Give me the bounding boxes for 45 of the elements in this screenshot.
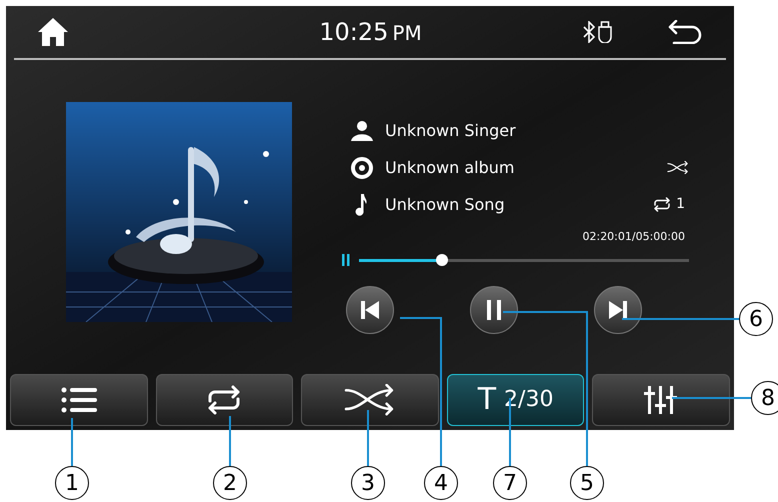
repeat-button[interactable]: [156, 374, 294, 426]
pause-icon: [487, 300, 501, 320]
shuffle-button[interactable]: [301, 374, 439, 426]
bluetooth-icon: [583, 21, 595, 43]
skip-forward-icon: [609, 300, 627, 318]
pause-icon: [341, 254, 351, 266]
shuffle-icon: [344, 384, 396, 416]
track-count: 2/30: [504, 389, 554, 411]
person-icon: [351, 120, 373, 140]
track-icon-letter: T: [478, 385, 496, 415]
usb-drive-icon: [598, 21, 612, 43]
playlist-button[interactable]: [10, 374, 148, 426]
disc-icon: [351, 156, 373, 178]
progress-thumb[interactable]: [436, 254, 448, 266]
pause-button[interactable]: [470, 286, 518, 334]
skip-back-icon: [361, 300, 379, 318]
playback-time: 02:20:01/05:00:00: [582, 229, 685, 245]
progress-slider[interactable]: [359, 254, 689, 266]
callout-number: 1: [55, 466, 89, 500]
track-info-text: Unknown album: [385, 156, 516, 178]
track-button[interactable]: T 2/30: [446, 374, 584, 426]
callout-number: 5: [570, 466, 604, 500]
callout-number: 3: [351, 466, 385, 500]
back-icon[interactable]: [668, 20, 702, 44]
callout-number: 8: [751, 381, 778, 415]
callout-number: 6: [739, 302, 773, 336]
leader-line: [229, 416, 231, 466]
callout-number: 7: [493, 466, 527, 500]
clock-period: PM: [392, 20, 422, 47]
equalizer-button[interactable]: [592, 374, 730, 426]
track-info-text: Unknown Singer: [385, 120, 517, 142]
clock-time: 10:25: [319, 17, 388, 48]
track-info-text: Unknown Song: [385, 194, 506, 216]
repeat-icon: [652, 197, 672, 212]
shuffle-icon: [667, 160, 689, 174]
home-icon[interactable]: [38, 18, 68, 46]
music-note-icon: [355, 194, 369, 216]
previous-button[interactable]: [346, 286, 394, 334]
repeat-count: 1: [676, 195, 685, 214]
equalizer-icon: [644, 386, 678, 414]
callout-number: 2: [213, 466, 247, 500]
leader-line: [367, 410, 369, 466]
callout-number: 4: [424, 466, 458, 500]
leader-line: [71, 418, 73, 466]
list-icon: [60, 387, 97, 413]
